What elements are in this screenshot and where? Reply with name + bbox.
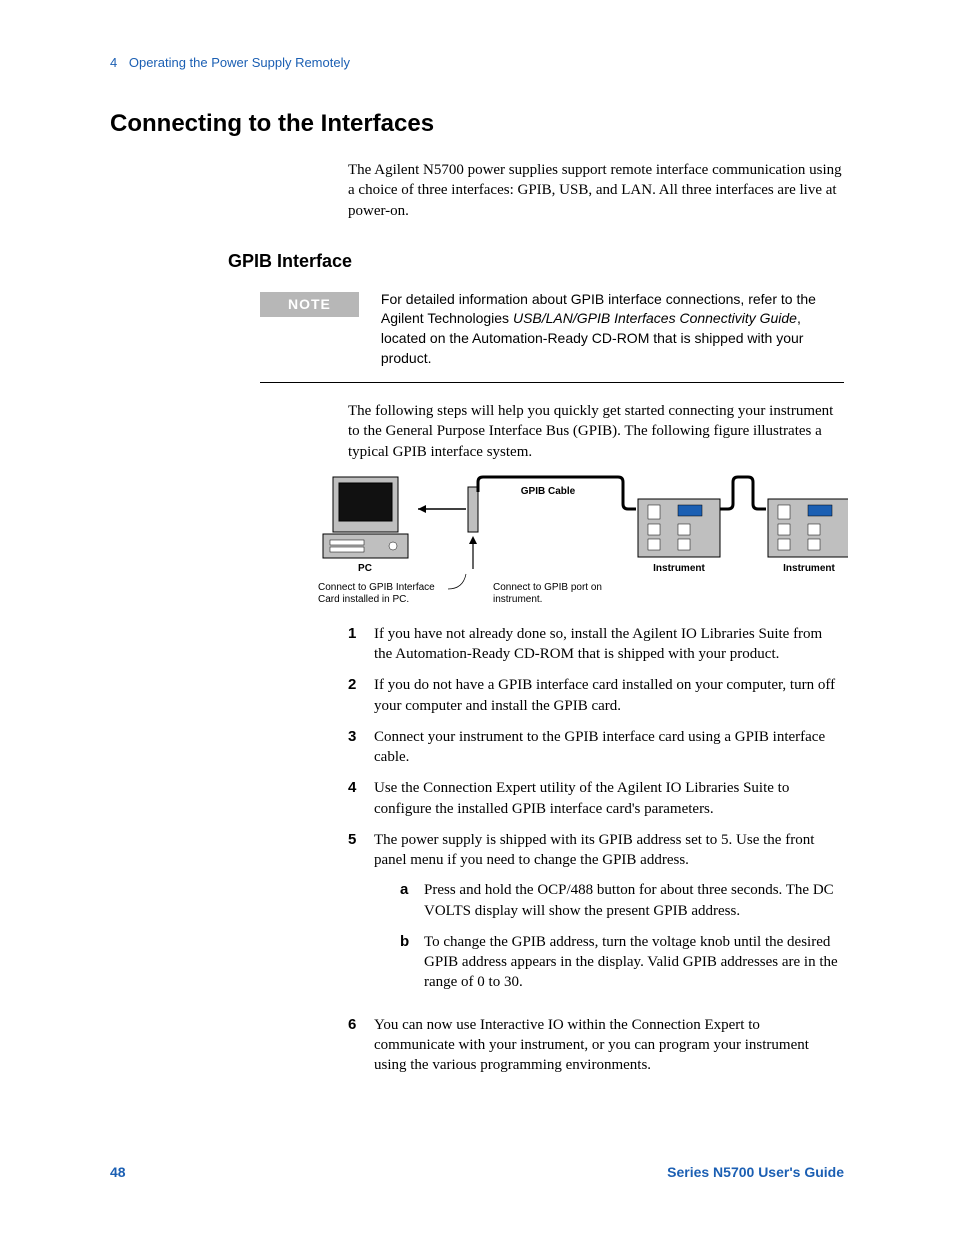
pc-label: PC [358, 563, 372, 574]
lead-paragraph: The following steps will help you quickl… [348, 401, 844, 462]
step-text: If you do not have a GPIB interface card… [374, 675, 844, 716]
chapter-title: Operating the Power Supply Remotely [129, 55, 350, 70]
note-body: For detailed information about GPIB inte… [381, 290, 844, 368]
step-text: The power supply is shipped with its GPI… [374, 832, 814, 868]
step-4: 4Use the Connection Expert utility of th… [348, 778, 844, 819]
inter-instrument-cable-icon [720, 477, 766, 509]
step-1: 1If you have not already done so, instal… [348, 624, 844, 665]
step-number: 6 [348, 1015, 374, 1076]
note-block: NOTE For detailed information about GPIB… [260, 290, 844, 383]
intro-paragraph: The Agilent N5700 power supplies support… [348, 160, 844, 221]
step-2: 2If you do not have a GPIB interface car… [348, 675, 844, 716]
instrument-icon-1 [638, 499, 720, 557]
steps-list: 1If you have not already done so, instal… [348, 624, 844, 1076]
step-text: Use the Connection Expert utility of the… [374, 778, 844, 819]
step-5: 5 The power supply is shipped with its G… [348, 830, 844, 1004]
substep-text: To change the GPIB address, turn the vol… [424, 932, 844, 993]
step-number: 3 [348, 727, 374, 768]
substep-letter: a [400, 880, 424, 921]
instrument-icon-2 [768, 499, 848, 557]
step-number: 1 [348, 624, 374, 665]
note-label: NOTE [260, 292, 359, 317]
instrument-label-2: Instrument [783, 563, 835, 574]
substep-a: aPress and hold the OCP/488 button for a… [400, 880, 844, 921]
callout-instrument: Connect to GPIB port on instrument. [493, 582, 603, 606]
substeps-list: aPress and hold the OCP/488 button for a… [374, 880, 844, 992]
step-text: You can now use Interactive IO within th… [374, 1015, 844, 1076]
substep-text: Press and hold the OCP/488 button for ab… [424, 880, 844, 921]
running-header: 4 Operating the Power Supply Remotely [110, 55, 844, 70]
page-footer: 48 Series N5700 User's Guide [110, 1164, 844, 1180]
connector-icon [468, 487, 478, 532]
page-title: Connecting to the Interfaces [110, 110, 844, 138]
step-text: Connect your instrument to the GPIB inte… [374, 727, 844, 768]
step-number: 5 [348, 830, 374, 1004]
instrument-label-1: Instrument [653, 563, 705, 574]
note-text-italic: USB/LAN/GPIB Interfaces Connectivity Gui… [513, 310, 797, 326]
subsection-title: GPIB Interface [228, 251, 844, 272]
substep-b: bTo change the GPIB address, turn the vo… [400, 932, 844, 993]
guide-name: Series N5700 User's Guide [667, 1164, 844, 1180]
pc-icon [323, 477, 408, 558]
step-text: If you have not already done so, install… [374, 624, 844, 665]
step-6: 6You can now use Interactive IO within t… [348, 1015, 844, 1076]
chapter-number: 4 [110, 55, 117, 70]
step-number: 2 [348, 675, 374, 716]
gpib-cable-label: GPIB Cable [521, 486, 576, 497]
page-number: 48 [110, 1164, 126, 1180]
gpib-figure: PC GPIB Cable Instrument [318, 474, 844, 614]
substep-letter: b [400, 932, 424, 993]
step-3: 3Connect your instrument to the GPIB int… [348, 727, 844, 768]
callout-pc: Connect to GPIB Interface Card installed… [318, 582, 453, 606]
step-number: 4 [348, 778, 374, 819]
